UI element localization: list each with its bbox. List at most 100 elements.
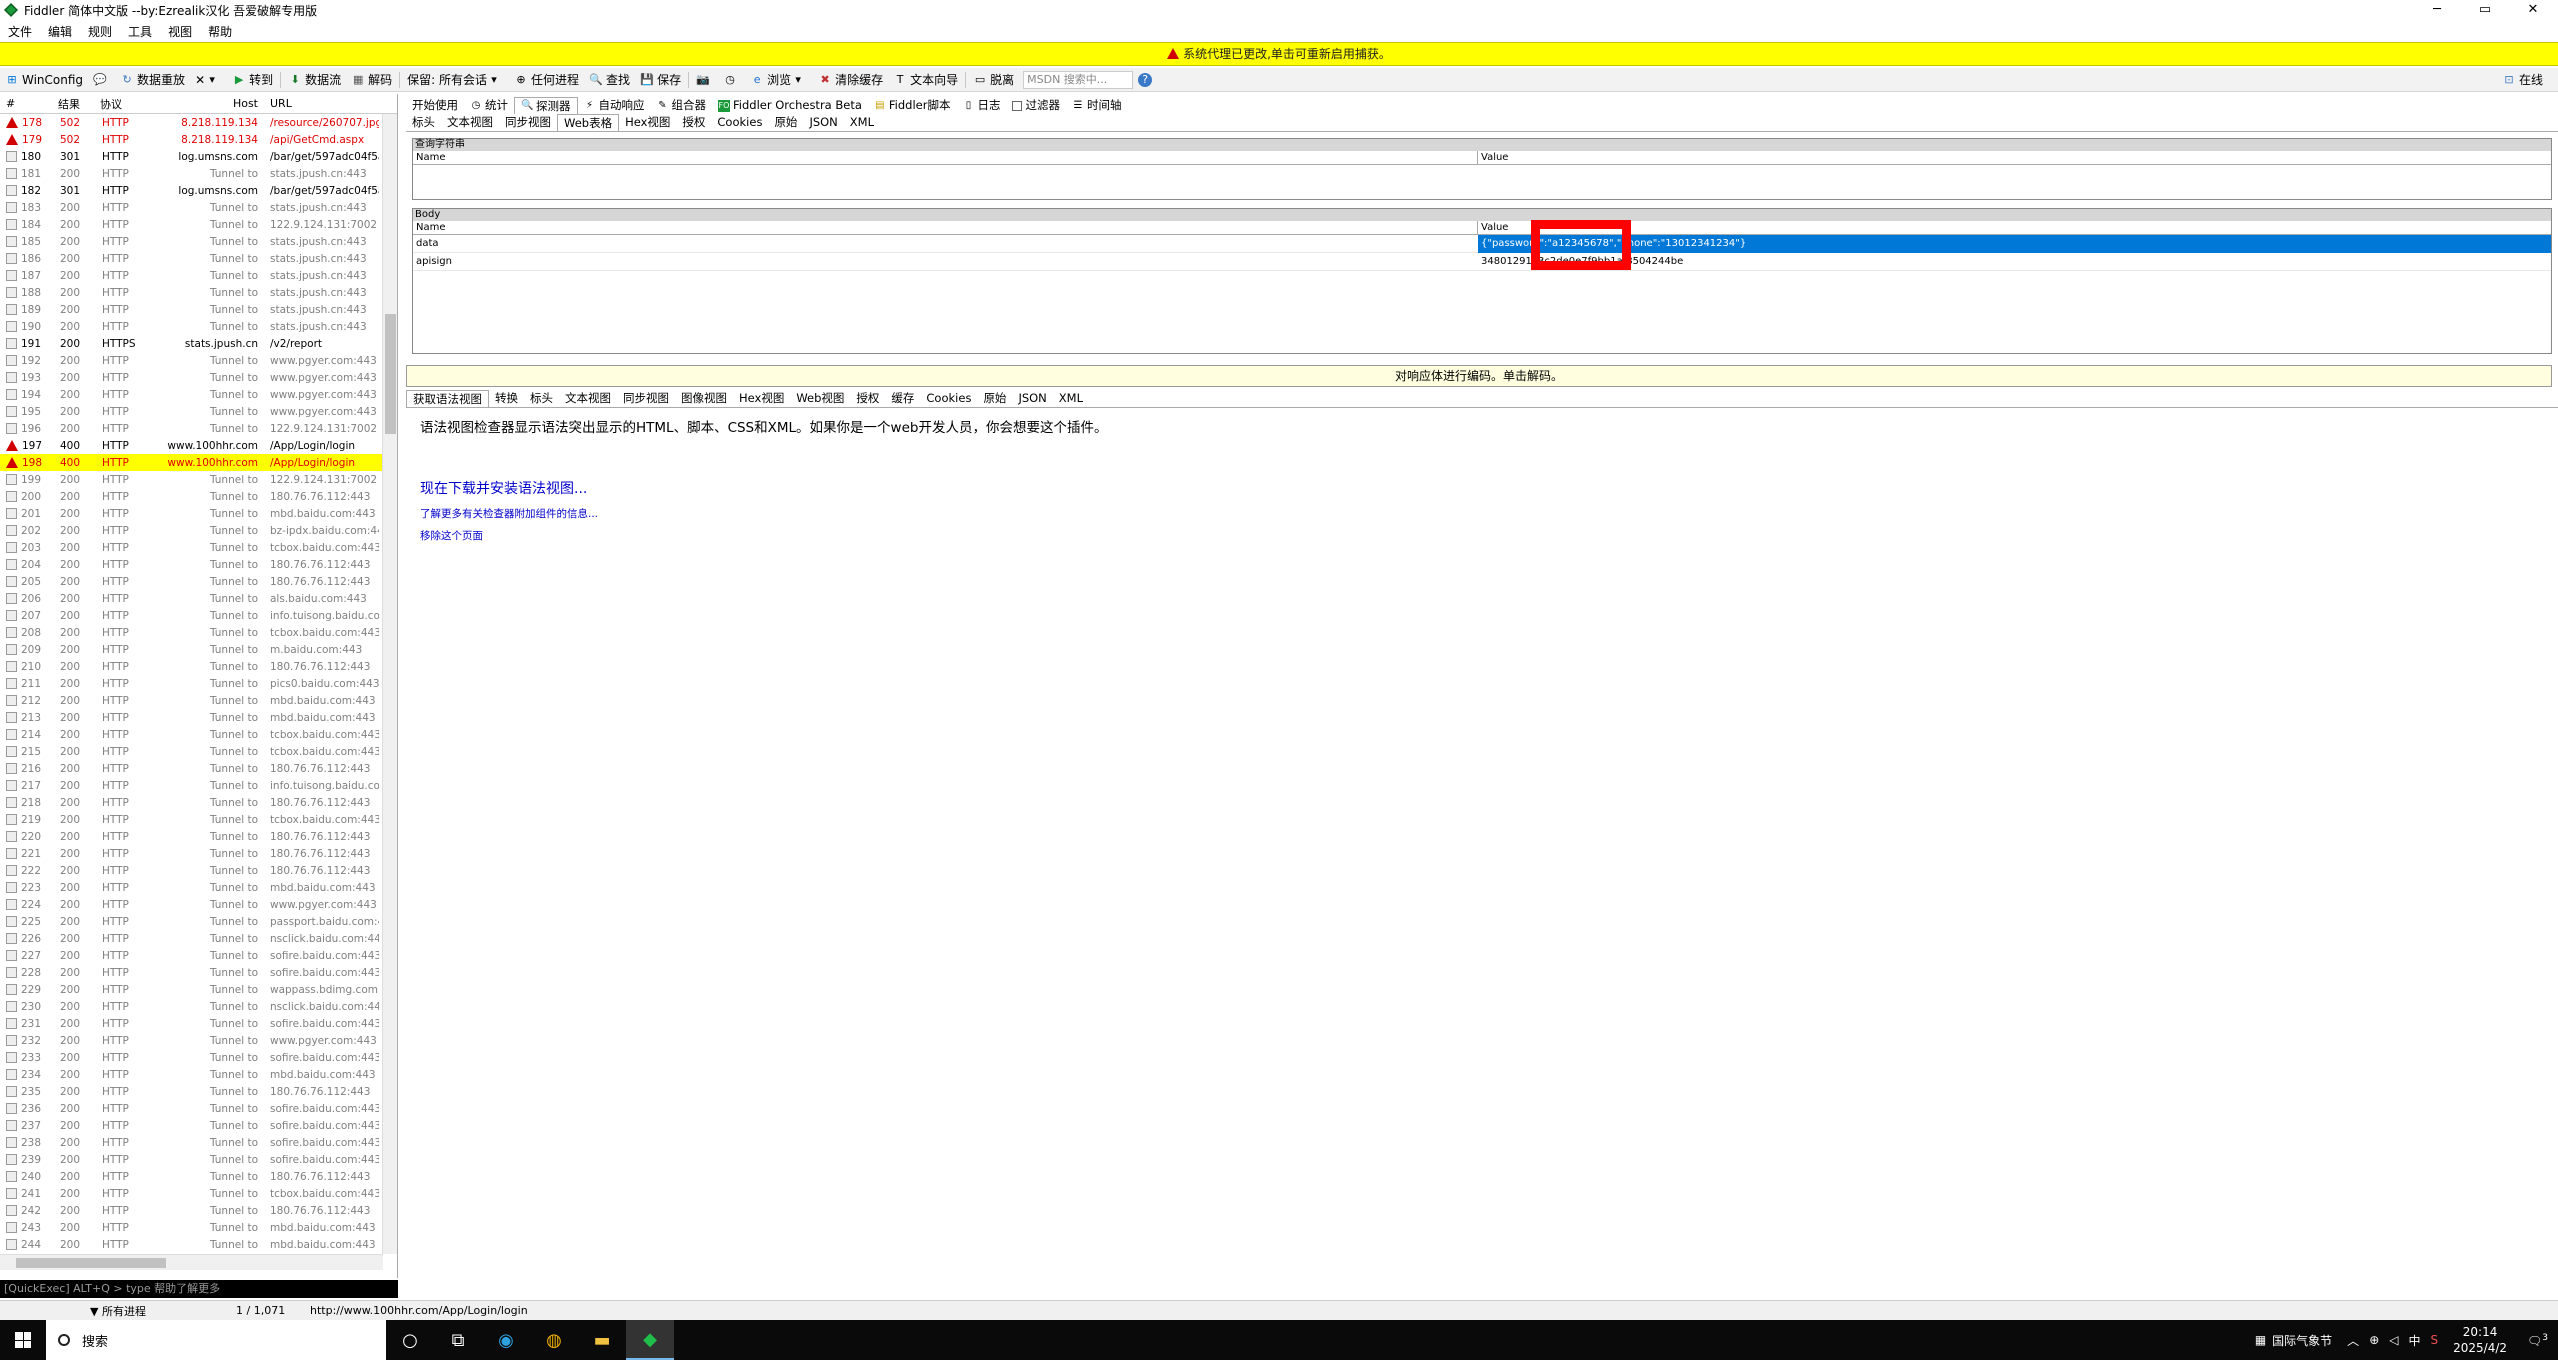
find-button[interactable]: 🔍 查找 <box>584 69 635 91</box>
msdn-search-input[interactable]: MSDN 搜索中... <box>1023 70 1134 89</box>
table-row[interactable]: 213 200 HTTP Tunnel to mbd.baidu.com:443 <box>0 709 383 726</box>
app-tray-icon[interactable]: S <box>2426 1333 2444 1347</box>
table-row[interactable]: 202 200 HTTP Tunnel to bz-ipdx.baidu.com:443 <box>0 522 383 539</box>
table-row[interactable]: 190 200 HTTP Tunnel to stats.jpush.cn:443 <box>0 318 383 335</box>
table-row[interactable]: 231 200 HTTP Tunnel to sofire.baidu.com:443 <box>0 1015 383 1032</box>
sessions-list[interactable]: 178 502 HTTP 8.218.119.134/resource/260707.… <box>0 114 383 1254</box>
response-tab[interactable]: 转换 <box>489 390 524 407</box>
stream-button[interactable]: ⬇ 数据流 <box>283 69 346 91</box>
body-row-apisign[interactable]: apisign 34801291a3c2de0e7f9bb1af8504244b… <box>413 253 2551 271</box>
table-row[interactable]: 187 200 HTTP Tunnel to stats.jpush.cn:443 <box>0 267 383 284</box>
scroll-thumb[interactable] <box>16 1258 166 1268</box>
table-row[interactable]: 244 200 HTTP Tunnel to mbd.baidu.com:443 <box>0 1236 383 1253</box>
process-filter[interactable]: ▼ 所有进程 <box>0 1303 230 1319</box>
table-row[interactable]: 184 200 HTTP Tunnel to 122.9.124.131:7002 <box>0 216 383 233</box>
table-row[interactable]: 243 200 HTTP Tunnel to mbd.baidu.com:443 <box>0 1219 383 1236</box>
remove-button[interactable]: ✕ ▾ <box>190 69 227 91</box>
table-row[interactable]: 221 200 HTTP Tunnel to 180.76.76.112:443 <box>0 845 383 862</box>
menu-file[interactable]: 文件 <box>0 23 40 40</box>
request-tab[interactable]: 标头 <box>406 114 441 131</box>
table-row[interactable]: 195 200 HTTP Tunnel to www.pgyer.com:443 <box>0 403 383 420</box>
any-process-button[interactable]: ⊕ 任何进程 <box>509 69 584 91</box>
remove-page-link[interactable]: 移除这个页面 <box>420 528 483 543</box>
request-tab[interactable]: 原始 <box>768 114 803 131</box>
menu-view[interactable]: 视图 <box>160 23 200 40</box>
response-tab[interactable]: Cookies <box>920 390 977 407</box>
maximize-button[interactable]: ▭ <box>2462 0 2508 20</box>
col-url[interactable]: URL <box>264 97 379 110</box>
table-row[interactable]: 240 200 HTTP Tunnel to 180.76.76.112:443 <box>0 1168 383 1185</box>
taskbar-search[interactable]: 搜索 <box>46 1320 386 1360</box>
response-tab[interactable]: 授权 <box>850 390 885 407</box>
minimize-button[interactable]: ─ <box>2414 0 2460 20</box>
table-row[interactable]: 234 200 HTTP Tunnel to mbd.baidu.com:443 <box>0 1066 383 1083</box>
menu-tools[interactable]: 工具 <box>120 23 160 40</box>
response-tab[interactable]: 获取语法视图 <box>406 390 489 407</box>
table-row[interactable]: 181 200 HTTP Tunnel to stats.jpush.cn:443 <box>0 165 383 182</box>
table-row[interactable]: 218 200 HTTP Tunnel to 180.76.76.112:443 <box>0 794 383 811</box>
request-tab[interactable]: XML <box>844 114 880 131</box>
table-row[interactable]: 219 200 HTTP Tunnel to tcbox.baidu.com:443 <box>0 811 383 828</box>
close-button[interactable]: ✕ <box>2510 0 2556 20</box>
table-row[interactable]: 238 200 HTTP Tunnel to sofire.baidu.com:443 <box>0 1134 383 1151</box>
winconfig-button[interactable]: ⊞ WinConfig <box>0 69 88 91</box>
table-row[interactable]: 178 502 HTTP 8.218.119.134/resource/260707.… <box>0 114 383 131</box>
table-row[interactable]: 179 502 HTTP 8.218.119.134/api/GetCmd.aspx <box>0 131 383 148</box>
tab-log[interactable]: ▯ 日志 <box>956 97 1006 114</box>
col-id[interactable]: # <box>0 97 52 110</box>
fiddler-taskbar-icon[interactable]: ◆ <box>626 1320 674 1360</box>
go-button[interactable]: ▶ 转到 <box>227 69 278 91</box>
request-tab[interactable]: 同步视图 <box>499 114 557 131</box>
table-row[interactable]: 200 200 HTTP Tunnel to 180.76.76.112:443 <box>0 488 383 505</box>
tab-autoresponder[interactable]: ⚡ 自动响应 <box>578 97 651 114</box>
request-tab[interactable]: Hex视图 <box>619 114 676 131</box>
col-result[interactable]: 结果 <box>52 96 94 112</box>
scroll-thumb[interactable] <box>385 314 396 434</box>
table-row[interactable]: 236 200 HTTP Tunnel to sofire.baidu.com:443 <box>0 1100 383 1117</box>
table-row[interactable]: 215 200 HTTP Tunnel to tcbox.baidu.com:443 <box>0 743 383 760</box>
comment-button[interactable]: 💬 <box>88 69 115 91</box>
cortana-icon[interactable]: ○ <box>386 1320 434 1360</box>
table-row[interactable]: 225 200 HTTP Tunnel to passport.baidu.com:44… <box>0 913 383 930</box>
table-row[interactable]: 232 200 HTTP Tunnel to www.pgyer.com:443 <box>0 1032 383 1049</box>
edge-icon[interactable]: ◉ <box>482 1320 530 1360</box>
screenshot-button[interactable]: 📷 <box>691 69 718 91</box>
menu-edit[interactable]: 编辑 <box>40 23 80 40</box>
tab-inspectors[interactable]: 🔍 探测器 <box>514 97 578 114</box>
tab-orchestra[interactable]: FO Fiddler Orchestra Beta <box>712 97 868 114</box>
response-tab[interactable]: Web视图 <box>790 390 850 407</box>
table-row[interactable]: 223 200 HTTP Tunnel to mbd.baidu.com:443 <box>0 879 383 896</box>
browse-button[interactable]: e 浏览 ▾ <box>745 69 813 91</box>
menu-help[interactable]: 帮助 <box>200 23 240 40</box>
tearoff-button[interactable]: ▭ 脱离 <box>968 69 1019 91</box>
response-tab[interactable]: 图像视图 <box>675 390 733 407</box>
table-row[interactable]: 230 200 HTTP Tunnel to nsclick.baidu.com:443 <box>0 998 383 1015</box>
request-tab[interactable]: JSON <box>803 114 843 131</box>
replay-button[interactable]: ↻ 数据重放 <box>115 69 190 91</box>
table-row[interactable]: 182 301 HTTP log.umsns.com/bar/get/597adc04… <box>0 182 383 199</box>
table-row[interactable]: 206 200 HTTP Tunnel to als.baidu.com:443 <box>0 590 383 607</box>
table-row[interactable]: 228 200 HTTP Tunnel to sofire.baidu.com:443 <box>0 964 383 981</box>
clear-cache-button[interactable]: ✖ 清除缓存 <box>813 69 888 91</box>
tray-chevron-icon[interactable]: ︿ <box>2342 1332 2364 1349</box>
sessions-vscrollbar[interactable] <box>382 114 397 1254</box>
file-explorer-icon[interactable]: ▬ <box>578 1320 626 1360</box>
start-button[interactable] <box>0 1320 46 1360</box>
text-wizard-button[interactable]: T 文本向导 <box>888 69 963 91</box>
decode-button[interactable]: ▦ 解码 <box>346 69 397 91</box>
table-row[interactable]: 217 200 HTTP Tunnel to info.tuisong.baidu.co… <box>0 777 383 794</box>
request-tab[interactable]: 文本视图 <box>441 114 499 131</box>
table-row[interactable]: 209 200 HTTP Tunnel to m.baidu.com:443 <box>0 641 383 658</box>
table-row[interactable]: 214 200 HTTP Tunnel to tcbox.baidu.com:443 <box>0 726 383 743</box>
table-row[interactable]: 197 400 HTTP www.100hhr.com/App/Login/login <box>0 437 383 454</box>
table-row[interactable]: 226 200 HTTP Tunnel to nsclick.baidu.com:443 <box>0 930 383 947</box>
keep-sessions-dropdown[interactable]: 保留: 所有会话 ▾ <box>402 69 509 91</box>
table-row[interactable]: 198 400 HTTP www.100hhr.com/App/Login/login <box>0 454 383 471</box>
volume-icon[interactable]: ◁ <box>2384 1333 2403 1347</box>
table-row[interactable]: 189 200 HTTP Tunnel to stats.jpush.cn:443 <box>0 301 383 318</box>
body-row-data[interactable]: data {"password":"a12345678","phone":"13… <box>413 234 2551 253</box>
table-row[interactable]: 216 200 HTTP Tunnel to 180.76.76.112:443 <box>0 760 383 777</box>
table-row[interactable]: 212 200 HTTP Tunnel to mbd.baidu.com:443 <box>0 692 383 709</box>
table-row[interactable]: 207 200 HTTP Tunnel to info.tuisong.baidu.co… <box>0 607 383 624</box>
table-row[interactable]: 188 200 HTTP Tunnel to stats.jpush.cn:443 <box>0 284 383 301</box>
